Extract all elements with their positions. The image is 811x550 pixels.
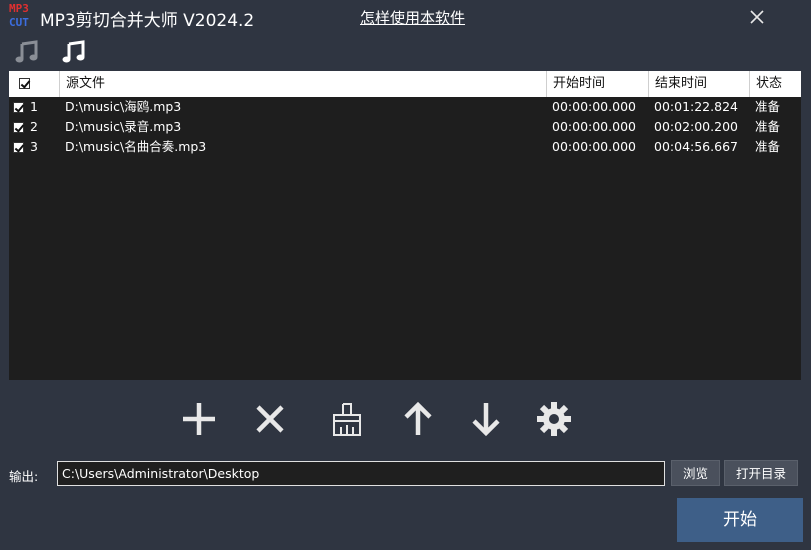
table-header: 源文件 开始时间 结束时间 状态: [9, 71, 801, 97]
action-bar: [9, 381, 801, 455]
clear-list-button[interactable]: [327, 399, 367, 439]
row-status: 准备: [755, 139, 781, 154]
logo-text-top: MP3: [9, 2, 29, 15]
app-title: MP3剪切合并大师 V2024.2: [40, 11, 255, 31]
row-index: 1: [30, 99, 38, 114]
file-table: 源文件 开始时间 结束时间 状态 1 D:\music\海鸥.mp3 00:00…: [9, 71, 801, 380]
row-source: D:\music\海鸥.mp3: [65, 99, 182, 114]
x-icon: [256, 405, 284, 433]
header-start-time: 开始时间: [546, 71, 648, 97]
remove-file-button[interactable]: [250, 399, 290, 439]
row-index: 3: [30, 139, 38, 154]
header-status: 状态: [749, 71, 801, 97]
header-end-time: 结束时间: [648, 71, 749, 97]
row-source: D:\music\名曲合奏.mp3: [65, 139, 207, 154]
output-label: 输出:: [9, 469, 39, 484]
row-checkbox-cell[interactable]: [13, 137, 24, 157]
row-start: 00:00:00.000: [552, 139, 636, 154]
cut-mode-button[interactable]: [12, 37, 42, 67]
close-icon: [750, 10, 764, 24]
output-path-input[interactable]: [57, 461, 665, 486]
row-start: 00:00:00.000: [552, 119, 636, 134]
row-checkbox-cell[interactable]: [13, 117, 24, 137]
row-end: 00:02:00.200: [654, 119, 738, 134]
music-note-icon: [62, 40, 85, 63]
row-checkbox-cell[interactable]: [13, 97, 24, 117]
arrow-down-icon: [472, 403, 500, 437]
row-index: 2: [30, 119, 38, 134]
app-logo: MP3 CUT: [9, 2, 39, 32]
table-row[interactable]: 1 D:\music\海鸥.mp3 00:00:00.000 00:01:22.…: [9, 97, 801, 117]
row-status: 准备: [755, 119, 781, 134]
logo-text-bottom: CUT: [9, 16, 29, 29]
table-body: 1 D:\music\海鸥.mp3 00:00:00.000 00:01:22.…: [9, 97, 801, 157]
row-status: 准备: [755, 99, 781, 114]
row-checkbox[interactable]: [13, 142, 24, 153]
table-row[interactable]: 3 D:\music\名曲合奏.mp3 00:00:00.000 00:04:5…: [9, 137, 801, 157]
row-end: 00:01:22.824: [654, 99, 738, 114]
title-bar: MP3 CUT MP3剪切合并大师 V2024.2 怎样使用本软件: [0, 0, 811, 34]
merge-mode-button[interactable]: [59, 37, 89, 67]
gear-icon: [537, 402, 571, 436]
header-source: 源文件: [59, 71, 546, 97]
start-button[interactable]: 开始: [677, 498, 803, 542]
row-start: 00:00:00.000: [552, 99, 636, 114]
open-directory-button[interactable]: 打开目录: [724, 460, 798, 486]
plus-icon: [183, 403, 215, 435]
mode-toolbar: [9, 34, 801, 70]
add-file-button[interactable]: [179, 399, 219, 439]
help-link[interactable]: 怎样使用本软件: [360, 7, 465, 28]
settings-button[interactable]: [534, 399, 574, 439]
move-up-button[interactable]: [398, 399, 438, 439]
music-note-dim-icon: [15, 40, 38, 63]
browse-button[interactable]: 浏览: [671, 460, 720, 486]
close-button[interactable]: [744, 4, 770, 30]
row-checkbox[interactable]: [13, 122, 24, 133]
broom-icon: [333, 403, 361, 436]
select-all-checkbox[interactable]: [19, 78, 30, 89]
arrow-up-icon: [404, 401, 432, 435]
header-select-all[interactable]: [9, 71, 59, 97]
row-checkbox[interactable]: [13, 102, 24, 113]
row-source: D:\music\录音.mp3: [65, 119, 182, 134]
table-row[interactable]: 2 D:\music\录音.mp3 00:00:00.000 00:02:00.…: [9, 117, 801, 137]
move-down-button[interactable]: [466, 399, 506, 439]
row-end: 00:04:56.667: [654, 139, 738, 154]
